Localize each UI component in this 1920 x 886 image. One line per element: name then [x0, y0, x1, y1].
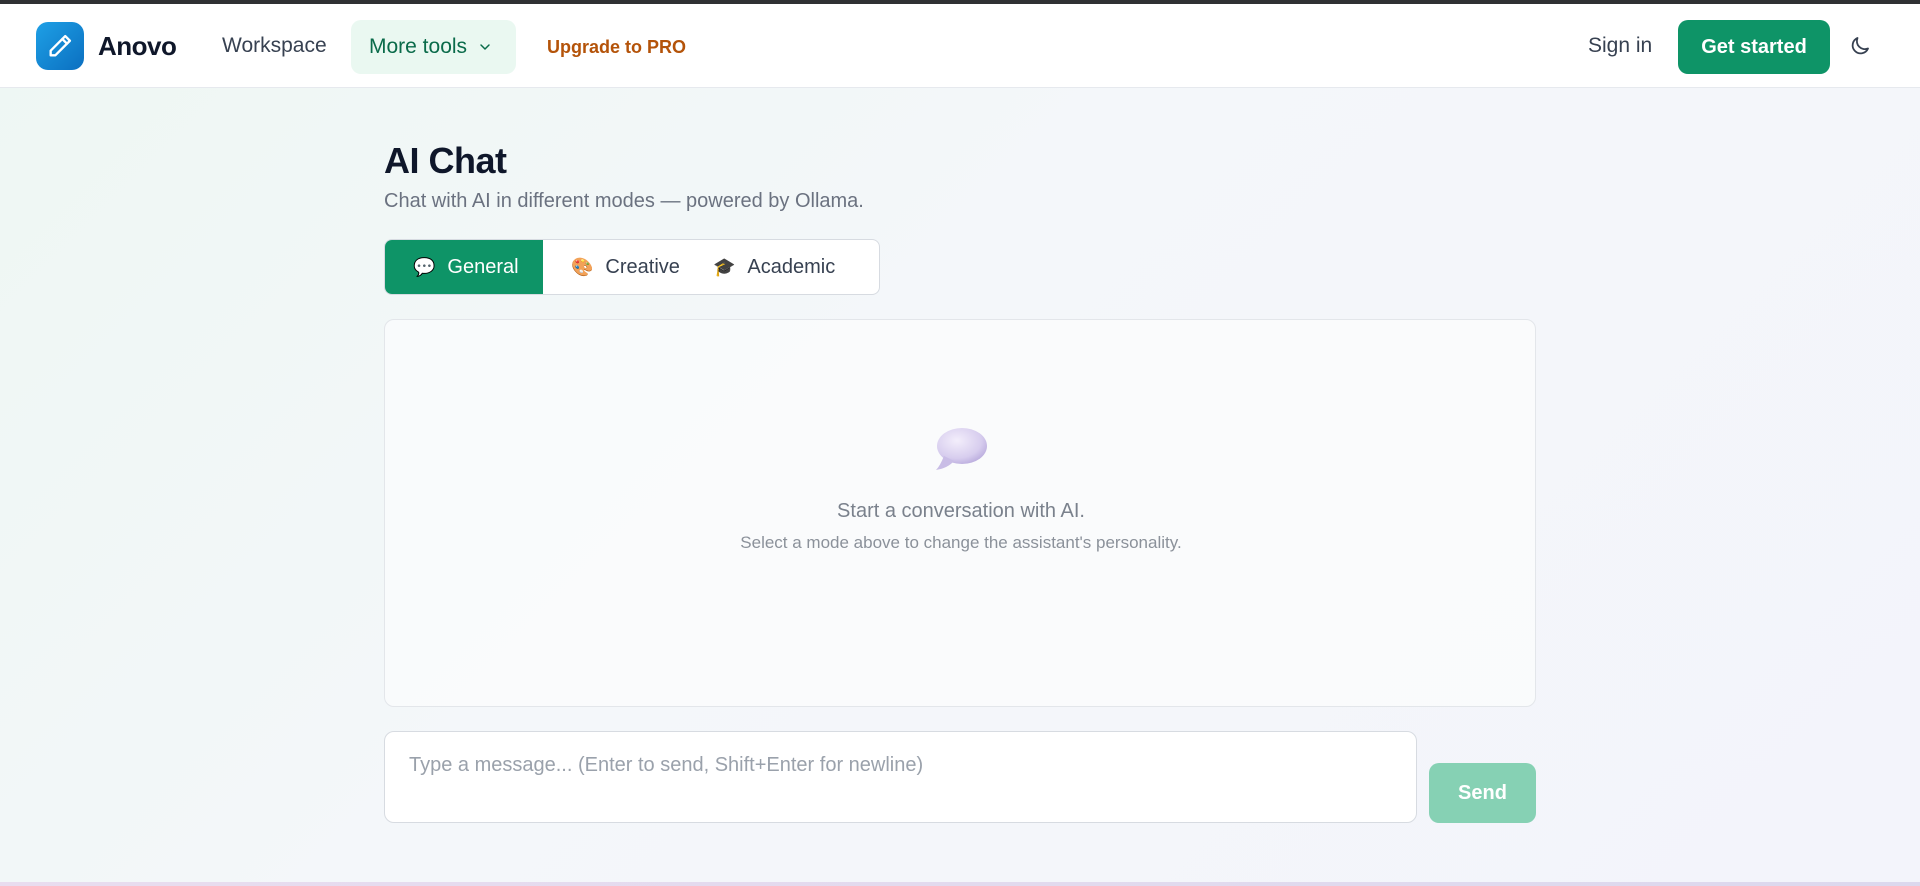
page-title: AI Chat — [384, 140, 507, 181]
mode-label: General — [447, 255, 519, 278]
mode-tab-general[interactable]: 💬 General — [385, 240, 543, 294]
window-bottom-edge — [0, 882, 1920, 886]
top-navbar: Anovo Workspace More tools Upgrade to PR… — [0, 4, 1920, 88]
theme-toggle-button[interactable] — [1848, 34, 1872, 58]
nav-workspace-link[interactable]: Workspace — [222, 34, 327, 58]
speech-bubble-icon: 💬 — [413, 256, 436, 277]
mode-selector: 💬 General 🎨 Creative 🎓 Academic — [384, 239, 880, 295]
moon-icon — [1851, 37, 1869, 55]
mode-tab-academic[interactable]: 🎓 Academic — [705, 240, 835, 294]
graduation-cap-icon: 🎓 — [713, 256, 736, 277]
brand-logo[interactable]: Anovo — [36, 22, 177, 70]
sign-in-link[interactable]: Sign in — [1588, 34, 1652, 58]
more-tools-dropdown[interactable]: More tools — [351, 20, 516, 74]
pencil-icon — [36, 22, 84, 70]
speech-bubble-icon — [936, 428, 987, 470]
message-input[interactable] — [384, 731, 1417, 823]
mode-label: Creative — [605, 255, 680, 278]
upgrade-pro-link[interactable]: Upgrade to PRO — [547, 37, 686, 58]
palette-icon: 🎨 — [571, 256, 594, 277]
chat-messages-panel[interactable]: Start a conversation with AI. Select a m… — [384, 319, 1536, 707]
get-started-button[interactable]: Get started — [1678, 20, 1830, 74]
empty-state-hint: Select a mode above to change the assist… — [740, 533, 1182, 552]
page-subtitle: Chat with AI in different modes — powere… — [384, 190, 864, 212]
send-button[interactable]: Send — [1429, 763, 1536, 823]
empty-state-title: Start a conversation with AI. — [837, 500, 1085, 522]
more-tools-label: More tools — [369, 35, 468, 58]
chevron-down-icon — [480, 44, 490, 50]
mode-label: Academic — [747, 255, 836, 278]
mode-tab-creative[interactable]: 🎨 Creative — [543, 240, 705, 294]
brand-name: Anovo — [98, 30, 177, 61]
